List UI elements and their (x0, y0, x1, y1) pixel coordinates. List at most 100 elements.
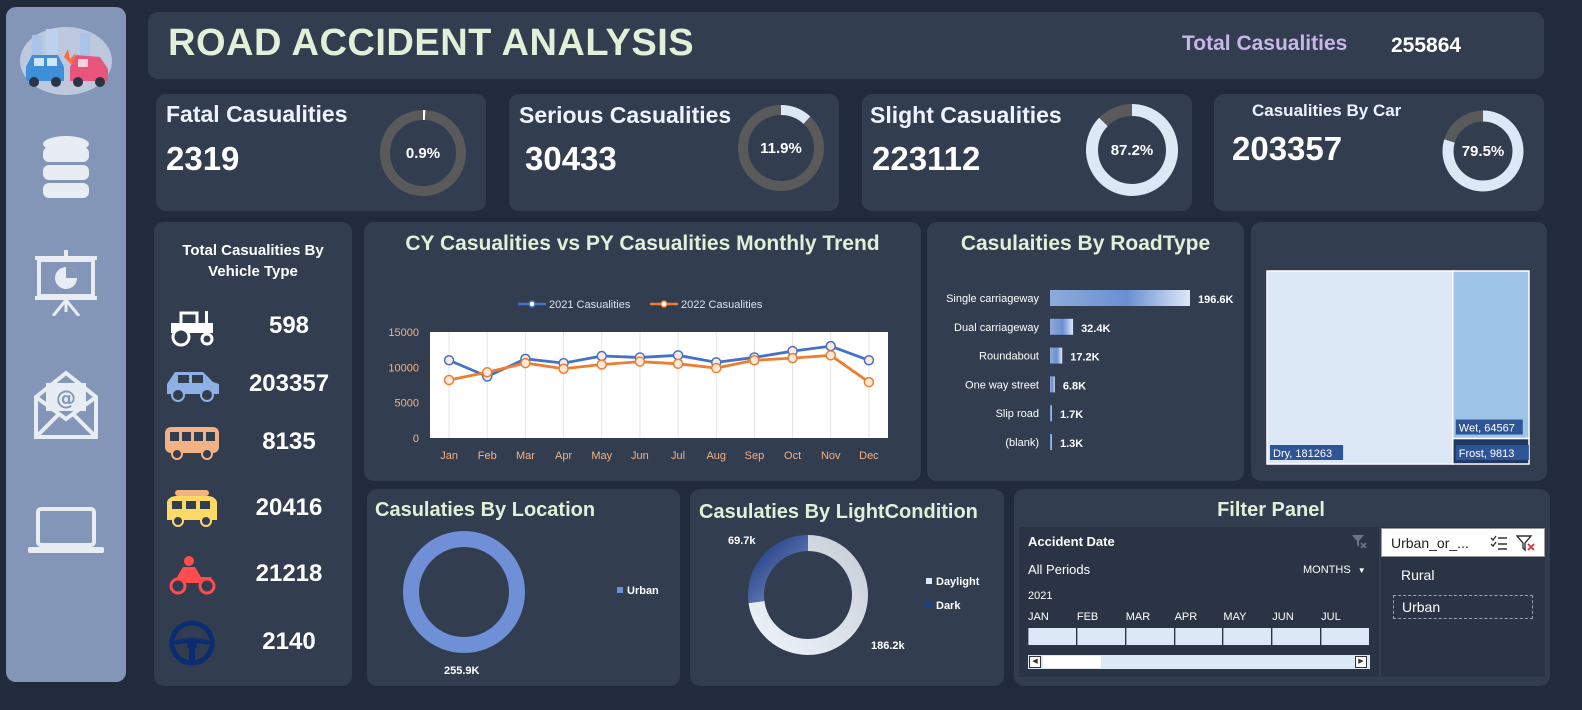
surface-treemap: Dry, 181263 Wet, 64567 Frost, 9813 (1266, 270, 1530, 465)
data-point (787, 352, 798, 364)
presentation-icon[interactable] (6, 250, 126, 316)
total-casualities-label: Total Casualities (1182, 32, 1348, 55)
bar (1050, 347, 1063, 364)
kpi-title: Serious Casualities (519, 102, 732, 128)
timeline-month-cell[interactable] (1125, 628, 1174, 645)
slicer-item-urban[interactable]: Urban (1393, 595, 1533, 619)
x-tick-label: Sep (745, 450, 765, 462)
timeline-period: All Periods (1028, 562, 1091, 577)
svg-text:@: @ (56, 386, 76, 410)
scroll-thumb[interactable] (1043, 656, 1101, 668)
header-bar: ROAD ACCIDENT ANALYSIS Total Casualities… (148, 12, 1544, 79)
monthly-trend-panel: CY Casualities vs PY Casualities Monthly… (364, 222, 921, 481)
bar-value-label: 1.7K (1060, 409, 1083, 421)
timeline-month-cell[interactable] (1272, 628, 1321, 645)
legend-swatch (617, 587, 623, 593)
x-tick-label: Apr (555, 450, 572, 462)
scroll-left-arrow[interactable]: ◀ (1029, 656, 1041, 668)
laptop-icon[interactable] (6, 505, 126, 555)
kpi-title: Fatal Casualities (166, 101, 348, 127)
data-point (634, 356, 646, 367)
kpi-card-serious: Serious Casualities 30433 11.9% (509, 94, 839, 211)
data-label: 186.2k (871, 640, 906, 652)
slicer-header: Urban_or_... (1381, 528, 1545, 557)
data-point (672, 350, 684, 361)
timeline-year: 2021 (1028, 590, 1053, 602)
sidebar: @ (6, 7, 126, 682)
legend-label: Dark (936, 600, 961, 612)
treemap-tile (1266, 270, 1454, 465)
timeline-slicer: Accident Date All Periods MONTHS ▼ 2021 … (1019, 527, 1379, 677)
light-panel: Casulaties By LightCondition Daylight Dar… (690, 489, 1004, 686)
timeline-level-select[interactable]: MONTHS ▼ (1303, 564, 1366, 576)
data-point (443, 355, 455, 366)
timeline-months: JAN FEB MAR APR MAY JUN JUL (1028, 611, 1370, 645)
data-point (749, 355, 760, 366)
bar (1050, 405, 1052, 422)
y-tick-label: 15000 (388, 327, 419, 339)
kpi-percent: 79.5% (1461, 142, 1505, 160)
x-tick-label: Oct (784, 450, 801, 462)
timeline-month-label: JUL (1321, 611, 1341, 623)
car-icon (162, 360, 222, 410)
treemap-label: Wet, 64567 (1459, 423, 1515, 435)
legend-swatch (926, 578, 932, 584)
data-label: 69.7k (728, 535, 756, 547)
data-point (558, 363, 569, 374)
light-donut: Daylight Dark 186.2k 69.7k (728, 535, 980, 655)
database-icon[interactable] (6, 135, 126, 201)
scroll-right-arrow[interactable]: ▶ (1355, 656, 1367, 668)
vehicle-row-other: 2140 (154, 618, 350, 668)
kpi-donut: 79.5% (1440, 108, 1526, 194)
clear-slicer-filter-icon[interactable] (1515, 534, 1536, 552)
x-tick-label: Mar (516, 450, 535, 462)
vehicle-value: 8135 (262, 428, 316, 455)
data-point (863, 376, 875, 388)
vehicle-value: 20416 (255, 494, 323, 521)
kpi-percent: 0.9% (405, 144, 441, 162)
x-tick-label: Aug (706, 450, 726, 462)
mail-icon[interactable]: @ (6, 367, 126, 439)
treemap-label: Frost, 9813 (1459, 448, 1515, 460)
vehicle-value: 21218 (255, 560, 323, 587)
road-accident-icon[interactable] (6, 21, 126, 97)
category-label: Dual carriageway (954, 322, 1039, 334)
kpi-title: Casualities By Car (1252, 101, 1402, 120)
timeline-month-cell[interactable] (1321, 628, 1369, 645)
legend-swatch (926, 602, 932, 608)
timeline-level-label: MONTHS (1303, 564, 1351, 576)
slicer-item-rural[interactable]: Rural (1401, 567, 1434, 583)
timeline-month-cell[interactable] (1028, 628, 1076, 645)
kpi-title: Slight Casualities (870, 102, 1062, 128)
slicer-title: Urban_or_... (1391, 535, 1469, 551)
legend-marker (660, 300, 668, 308)
data-point (863, 355, 875, 366)
vehicle-row-van: 20416 (154, 484, 350, 534)
kpi-value: 223112 (872, 140, 981, 177)
vehicle-row-tractor: 598 (154, 302, 350, 352)
timeline-month-cell[interactable] (1174, 628, 1223, 645)
timeline-month-cell[interactable] (1223, 628, 1272, 645)
kpi-card-fatal: Fatal Casualities 2319 0.9% (156, 94, 486, 211)
bar-value-label: 6.8K (1063, 380, 1086, 392)
x-tick-label: Dec (859, 450, 879, 462)
timeline-month-cell[interactable] (1076, 628, 1125, 645)
vehicle-row-motorcycle: 21218 (154, 550, 350, 600)
chevron-down-icon: ▼ (1357, 566, 1366, 575)
kpi-card-slight: Slight Casualities 223112 87.2% (862, 94, 1192, 211)
urban-rural-slicer: Urban_or_... Rural Urban (1381, 527, 1545, 677)
total-casualities-value: 255864 (1391, 34, 1462, 57)
steering-wheel-icon (162, 618, 222, 668)
timeline-scrollbar[interactable]: ◀ ▶ (1028, 655, 1370, 669)
x-tick-label: Jul (671, 450, 685, 462)
legend-marker (528, 300, 536, 308)
data-point (482, 367, 493, 378)
kpi-donut: 0.9% (378, 108, 468, 198)
legend-label: Urban (627, 585, 659, 597)
data-label: 255.9K (444, 665, 480, 677)
category-label: Roundabout (979, 351, 1039, 363)
kpi-donut: 87.2% (1084, 102, 1180, 198)
clear-filter-icon[interactable] (1351, 533, 1367, 549)
tractor-icon (162, 302, 222, 352)
multi-select-icon[interactable] (1490, 535, 1508, 551)
